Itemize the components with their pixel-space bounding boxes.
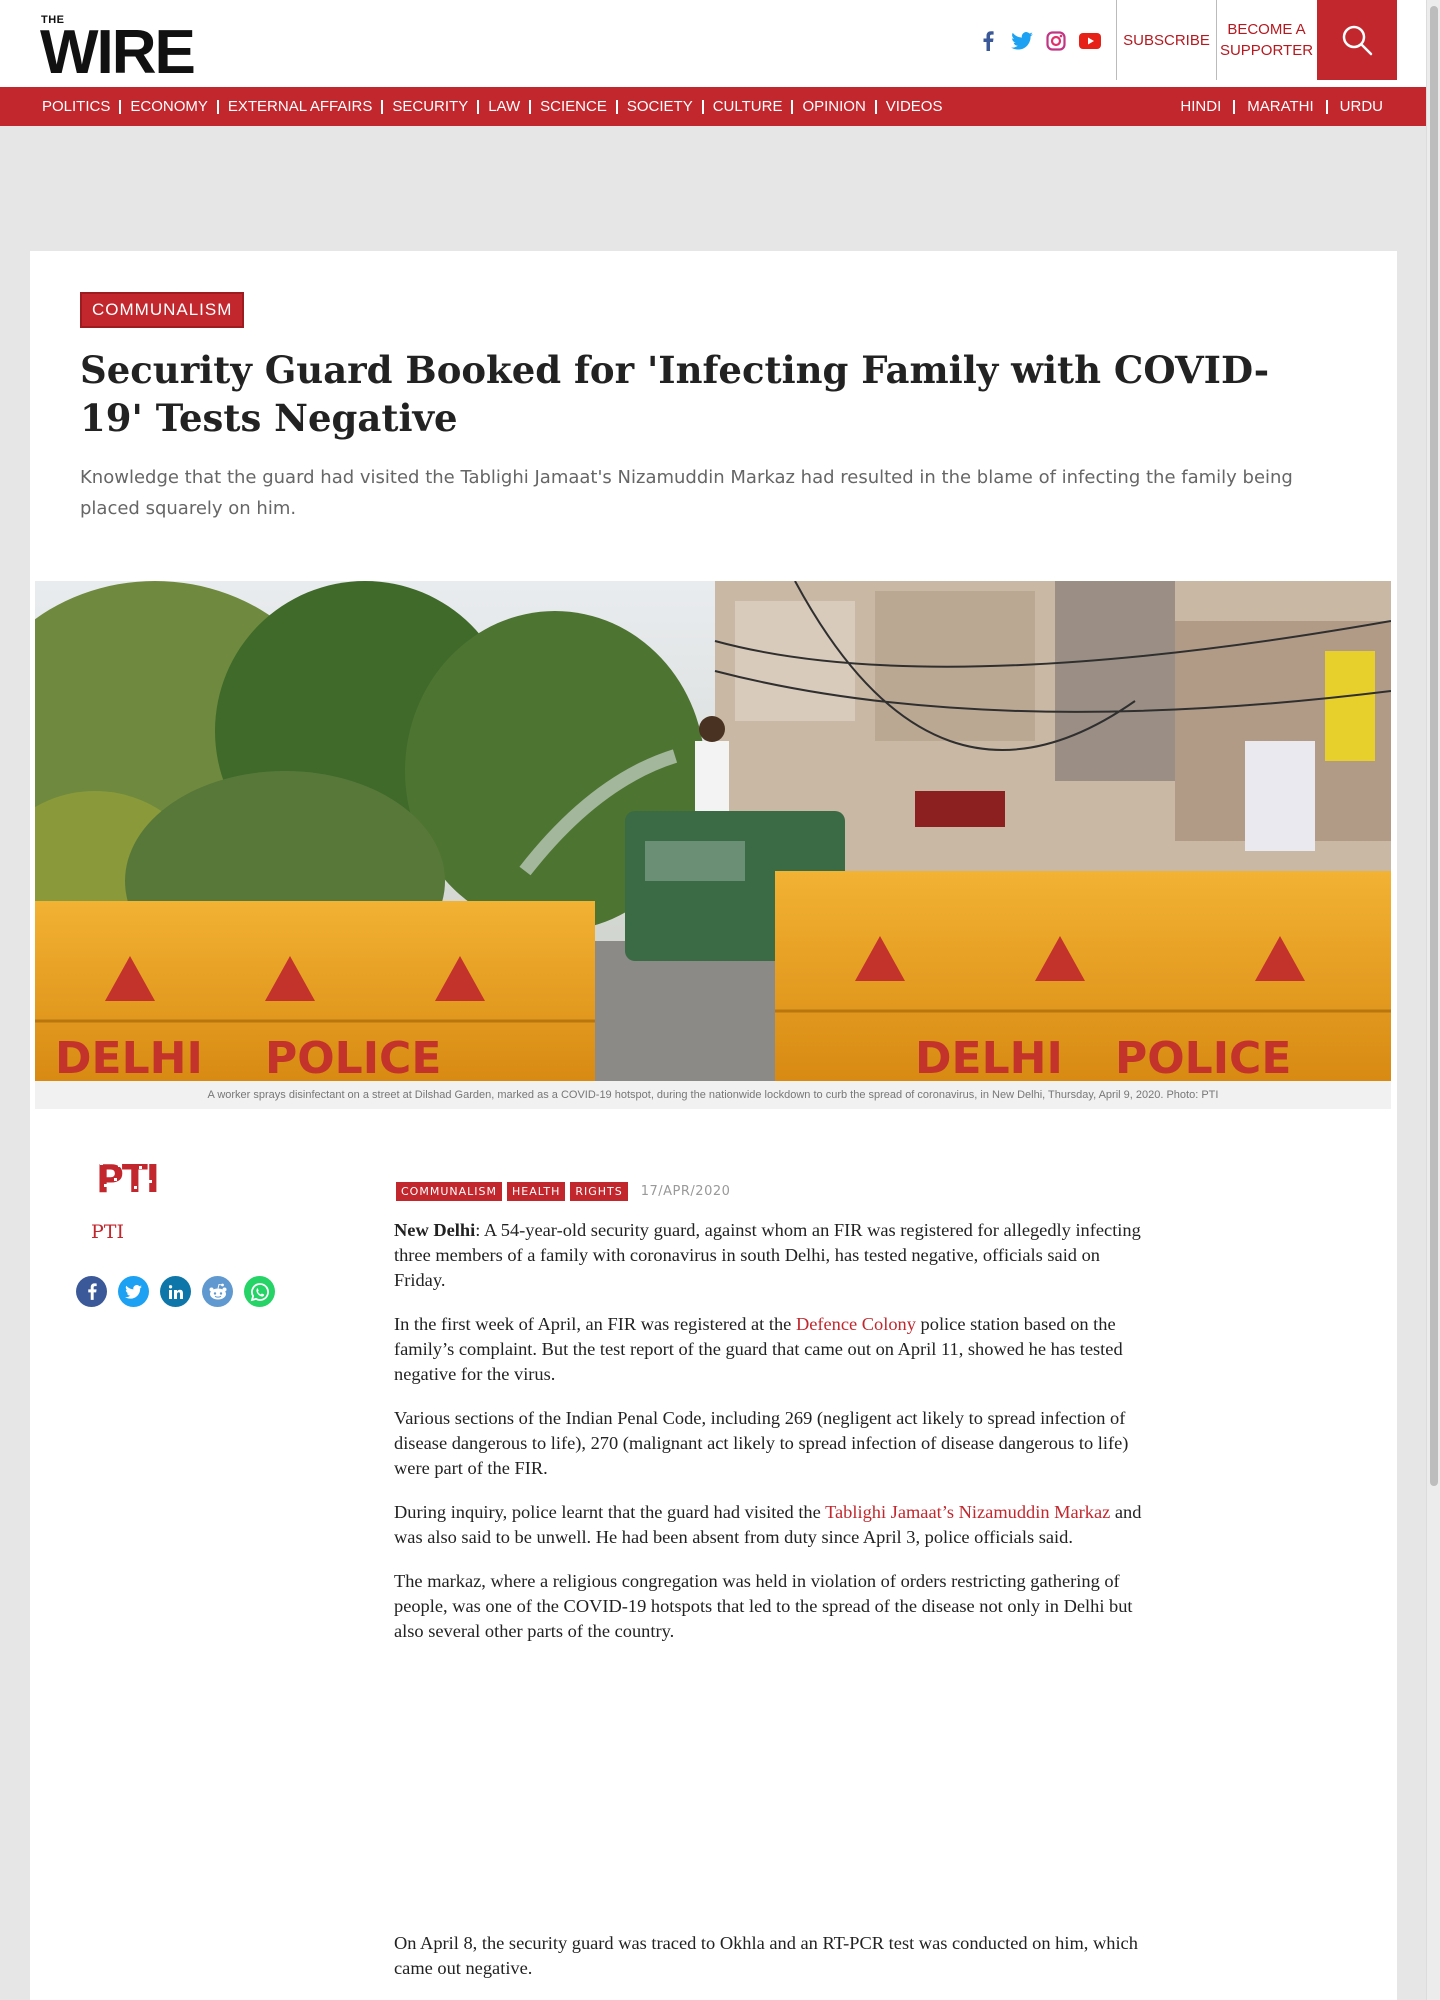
paragraph-2: In the first week of April, an FIR was r… <box>394 1312 1154 1387</box>
page-scrollbar[interactable] <box>1426 0 1440 2000</box>
logo-wire: WIRE <box>40 18 196 87</box>
author-logo-text: PTI <box>96 1157 158 1200</box>
article-date: 17/APR/2020 <box>640 1184 731 1199</box>
section-nav: POLITICS ECONOMY EXTERNAL AFFAIRS SECURI… <box>0 87 1426 126</box>
linkedin-share-icon[interactable] <box>160 1276 191 1307</box>
subscribe-link[interactable]: SUBSCRIBE <box>1116 0 1216 80</box>
dateline: New Delhi <box>394 1220 476 1240</box>
ad-slot <box>394 1663 1154 1931</box>
tag-communalism[interactable]: COMMUNALISM <box>396 1182 502 1201</box>
barricade-text-2: POLICE <box>265 1033 441 1081</box>
article-title: Security Guard Booked for 'Infecting Fam… <box>80 348 1270 440</box>
twitter-icon[interactable] <box>1009 28 1035 54</box>
nav-item-economy[interactable]: ECONOMY <box>121 99 219 114</box>
site-header: THE WIRE SUBSCRIBE BECOME A SUPPORTER <box>0 0 1426 87</box>
facebook-icon[interactable] <box>975 28 1001 54</box>
share-buttons <box>76 1276 275 1307</box>
lang-item-hindi[interactable]: HINDI <box>1168 99 1236 114</box>
tag-health[interactable]: HEALTH <box>506 1182 566 1201</box>
whatsapp-share-icon[interactable] <box>244 1276 275 1307</box>
language-nav: HINDI MARATHI URDU <box>1168 87 1393 126</box>
nav-item-society[interactable]: SOCIETY <box>618 99 704 114</box>
image-caption: A worker sprays disinfectant on a street… <box>35 1081 1391 1109</box>
nav-item-videos[interactable]: VIDEOS <box>877 99 952 114</box>
tag-rights[interactable]: RIGHTS <box>570 1182 628 1201</box>
search-icon <box>1342 25 1373 56</box>
paragraph-2-text-a: In the first week of April, an FIR was r… <box>394 1314 796 1334</box>
instagram-icon[interactable] <box>1043 28 1069 54</box>
supporter-label: BECOME A SUPPORTER <box>1220 19 1313 61</box>
subscribe-label: SUBSCRIBE <box>1123 31 1210 49</box>
site-logo[interactable]: THE WIRE <box>40 14 220 84</box>
paragraph-3: Various sections of the Indian Penal Cod… <box>394 1408 1129 1478</box>
nav-item-opinion[interactable]: OPINION <box>793 99 877 114</box>
defence-colony-link[interactable]: Defence Colony <box>796 1314 916 1334</box>
nav-item-security[interactable]: SECURITY <box>383 99 480 114</box>
youtube-icon[interactable] <box>1077 28 1103 54</box>
nav-item-culture[interactable]: CULTURE <box>704 99 794 114</box>
scrollbar-thumb[interactable] <box>1430 6 1438 1486</box>
twitter-share-icon[interactable] <box>118 1276 149 1307</box>
reddit-share-icon[interactable] <box>202 1276 233 1307</box>
hero-image: DELHI POLICE DELHI POLICE <box>35 581 1391 1081</box>
paragraph-1-text: : A 54-year-old security guard, against … <box>394 1220 1141 1290</box>
author-name[interactable]: PTI <box>91 1221 124 1243</box>
nav-item-external-affairs[interactable]: EXTERNAL AFFAIRS <box>219 99 384 114</box>
paragraph-1: New Delhi: A 54-year-old security guard,… <box>394 1218 1154 1293</box>
lang-item-urdu[interactable]: URDU <box>1328 99 1393 114</box>
article-card: COMMUNALISM Security Guard Booked for 'I… <box>30 251 1397 2000</box>
paragraph-6: On April 8, the security guard was trace… <box>394 1933 1138 1978</box>
barricade-text-1: DELHI <box>55 1033 203 1081</box>
paragraph-5: The markaz, where a religious congregati… <box>394 1571 1133 1641</box>
supporter-label-line1: BECOME A <box>1227 21 1306 38</box>
search-button[interactable] <box>1317 0 1397 80</box>
lang-item-marathi[interactable]: MARATHI <box>1235 99 1328 114</box>
barricade-text-4: POLICE <box>1115 1033 1291 1081</box>
facebook-share-icon[interactable] <box>76 1276 107 1307</box>
section-nav-list: POLITICS ECONOMY EXTERNAL AFFAIRS SECURI… <box>33 87 951 126</box>
article-body: New Delhi: A 54-year-old security guard,… <box>394 1218 1154 2000</box>
social-links <box>975 28 1103 54</box>
barricade-text-3: DELHI <box>915 1033 1063 1081</box>
paragraph-4: During inquiry, police learnt that the g… <box>394 1500 1154 1550</box>
author-logo[interactable]: PTI <box>94 1154 164 1201</box>
nizamuddin-markaz-link[interactable]: Tablighi Jamaat’s Nizamuddin Markaz <box>825 1502 1110 1522</box>
category-badge[interactable]: COMMUNALISM <box>80 292 245 328</box>
paragraph-4-text-a: During inquiry, police learnt that the g… <box>394 1502 826 1522</box>
supporter-label-line2: SUPPORTER <box>1219 42 1314 59</box>
nav-item-politics[interactable]: POLITICS <box>33 99 122 114</box>
article-tags: COMMUNALISM HEALTH RIGHTS 17/APR/2020 <box>396 1182 730 1201</box>
nav-item-law[interactable]: LAW <box>479 99 532 114</box>
nav-item-science[interactable]: SCIENCE <box>531 99 618 114</box>
article-deck: Knowledge that the guard had visited the… <box>80 467 1293 519</box>
become-supporter-link[interactable]: BECOME A SUPPORTER <box>1216 0 1316 80</box>
